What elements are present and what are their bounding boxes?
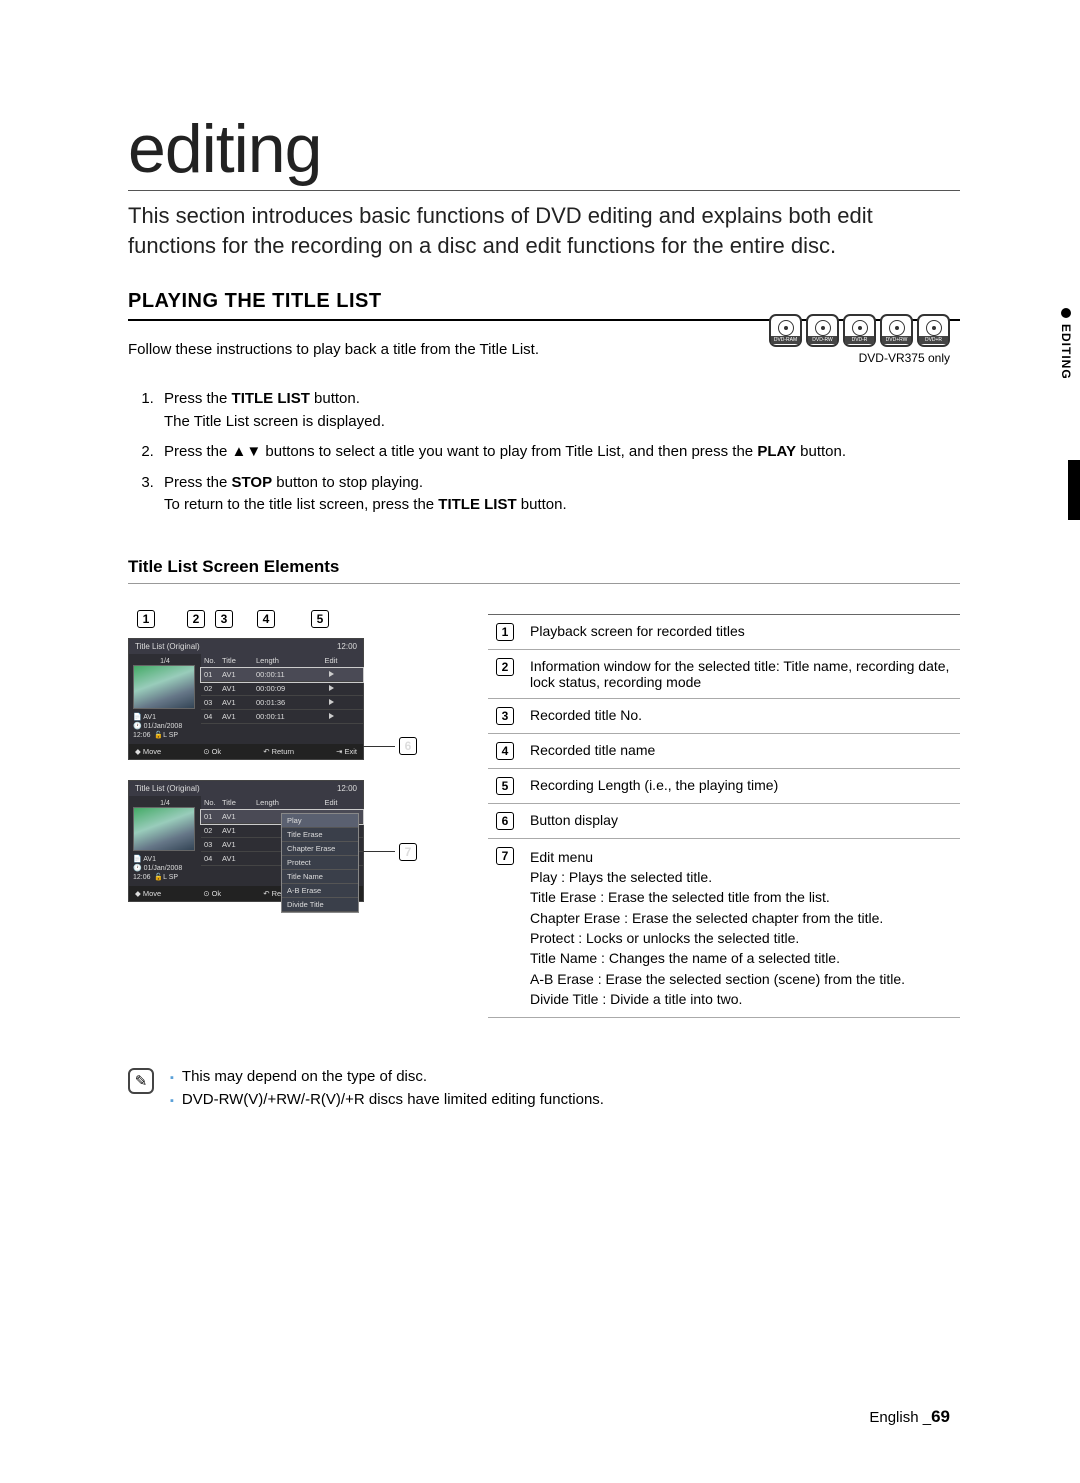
disc-icon: DVD+R bbox=[917, 314, 950, 347]
ref-number: 3 bbox=[496, 707, 514, 725]
intro-text: This section introduces basic functions … bbox=[128, 201, 960, 260]
side-tab-label: EDITING bbox=[1059, 324, 1073, 380]
ref-text: Information window for the selected titl… bbox=[522, 649, 960, 698]
step-item: Press the STOP button to stop playing. T… bbox=[158, 472, 960, 517]
playback-thumbnail bbox=[133, 665, 195, 709]
elements-reference-table: 1 Playback screen for recorded titles 2 In… bbox=[488, 614, 960, 1018]
ref-number: 4 bbox=[496, 742, 514, 760]
title-list-menu-screenshot: Title List (Original) 12:00 1/4 📄 AV1 🕐 … bbox=[128, 780, 364, 902]
ref-number: 5 bbox=[496, 777, 514, 795]
ref-number: 2 bbox=[496, 658, 514, 676]
step-item: Press the TITLE LIST button. The Title L… bbox=[158, 388, 960, 433]
page-indicator: 1/4 bbox=[133, 800, 197, 807]
ref-text: Edit menu Play : Plays the selected titl… bbox=[522, 838, 960, 1017]
note-icon: ✎ bbox=[128, 1068, 154, 1094]
disc-icon: DVD-R bbox=[843, 314, 876, 347]
menu-item: Divide Title bbox=[282, 898, 358, 912]
disc-note: DVD-VR375 only bbox=[769, 351, 950, 365]
shot-title: Title List (Original) bbox=[135, 642, 200, 651]
leader-line bbox=[363, 851, 395, 852]
callout-number: 5 bbox=[311, 610, 329, 628]
disc-label: DVD+RW bbox=[882, 336, 911, 344]
disc-icon: DVD-RW bbox=[806, 314, 839, 347]
title-table: No. Title Length Edit 01AV100:00:11 02AV… bbox=[201, 654, 363, 744]
menu-item: Protect bbox=[282, 856, 358, 870]
play-icon bbox=[329, 685, 334, 691]
note-item: DVD-RW(V)/+RW/-R(V)/+R discs have limite… bbox=[170, 1091, 604, 1108]
leader-line bbox=[363, 746, 395, 747]
disc-icon: DVD+RW bbox=[880, 314, 913, 347]
disc-compat-row: DVD-RAM DVD-RW DVD-R DVD+RW DVD+R DVD-VR… bbox=[769, 314, 950, 365]
play-icon bbox=[329, 713, 334, 719]
ref-text: Recorded title No. bbox=[522, 698, 960, 733]
edit-menu-popup: Play Title Erase Chapter Erase Protect T… bbox=[281, 813, 359, 913]
callout-number: 1 bbox=[137, 610, 155, 628]
playback-thumbnail bbox=[133, 807, 195, 851]
disc-icon: DVD-RAM bbox=[769, 314, 802, 347]
play-icon bbox=[329, 699, 334, 705]
menu-item: Chapter Erase bbox=[282, 842, 358, 856]
callout-number: 4 bbox=[257, 610, 275, 628]
title-list-screenshot: Title List (Original) 12:00 1/4 📄 AV1 🕐 … bbox=[128, 638, 364, 760]
notes-block: ✎ This may depend on the type of disc. D… bbox=[128, 1068, 960, 1114]
side-dot-icon bbox=[1061, 308, 1071, 318]
step-item: Press the ▲▼ buttons to select a title y… bbox=[158, 441, 960, 464]
ref-text: Recorded title name bbox=[522, 733, 960, 768]
menu-item: Play bbox=[282, 814, 358, 828]
ref-number: 7 bbox=[496, 847, 514, 865]
page-indicator: 1/4 bbox=[133, 658, 197, 665]
subheading: Title List Screen Elements bbox=[128, 557, 960, 584]
button-bar: ◆ Move ⊙ Ok ↶ Return ⇥ Exit bbox=[129, 744, 363, 759]
callout-number: 3 bbox=[215, 610, 233, 628]
page-title: editing bbox=[128, 110, 960, 191]
ref-number: 6 bbox=[496, 812, 514, 830]
play-icon bbox=[329, 671, 334, 677]
menu-item: Title Name bbox=[282, 870, 358, 884]
ref-text: Recording Length (i.e., the playing time… bbox=[522, 768, 960, 803]
callout-number: 2 bbox=[187, 610, 205, 628]
shot-clock: 12:00 bbox=[337, 784, 357, 793]
disc-label: DVD-RW bbox=[808, 336, 837, 344]
ref-text: Button display bbox=[522, 803, 960, 838]
note-item: This may depend on the type of disc. bbox=[170, 1068, 604, 1085]
menu-item: A-B Erase bbox=[282, 884, 358, 898]
callout-number: 7 bbox=[399, 843, 417, 861]
callout-bar: 1 2 3 4 5 bbox=[132, 614, 428, 638]
disc-label: DVD+R bbox=[919, 336, 948, 344]
disc-label: DVD-RAM bbox=[771, 336, 800, 344]
selected-info: 📄 AV1 🕐 01/Jan/2008 12:06 🔓L SP bbox=[133, 855, 197, 882]
callout-number: 6 bbox=[399, 737, 417, 755]
steps-list: Press the TITLE LIST button. The Title L… bbox=[158, 388, 960, 517]
shot-clock: 12:00 bbox=[337, 642, 357, 651]
ref-text: Playback screen for recorded titles bbox=[522, 614, 960, 649]
ref-number: 1 bbox=[496, 623, 514, 641]
selected-info: 📄 AV1 🕐 01/Jan/2008 12:06 🔓L SP bbox=[133, 713, 197, 740]
page-footer: English _69 bbox=[869, 1407, 950, 1427]
side-thumb-index bbox=[1068, 460, 1080, 520]
menu-item: Title Erase bbox=[282, 828, 358, 842]
disc-label: DVD-R bbox=[845, 336, 874, 344]
shot-title: Title List (Original) bbox=[135, 784, 200, 793]
